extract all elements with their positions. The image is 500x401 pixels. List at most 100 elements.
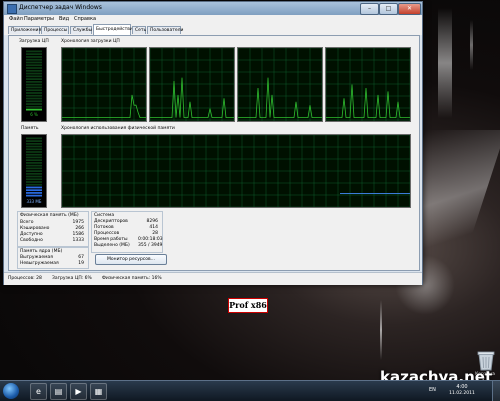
meter-segment [26,103,42,105]
meter-segment [26,151,42,153]
stat-value-handles: 8296 [146,219,158,224]
physical-memory-box: Физическая память (МБ) Всего 1975 Кэширо… [17,211,89,247]
meter-segment [26,145,42,148]
stat-label-free: Свободно [20,238,43,243]
edition-badge: Prof x86 [228,298,268,313]
meter-segment [26,72,42,75]
stat-label-total: Всего [20,220,34,225]
meter-segment [26,89,42,92]
task-manager-app-icon [7,4,17,14]
meter-segment [26,75,42,78]
tab-performance[interactable]: Быстродействие [93,24,136,35]
cpu-history-line [150,77,234,118]
title-bar[interactable]: Диспетчер задач Windows – □ ✕ [4,2,422,15]
stat-label-cached: Кэшировано [20,226,50,231]
physical-memory-heading: Физическая память (МБ) [20,213,79,218]
stat-label-commit: Выделено (МБ) [94,243,130,248]
meter-segment [26,162,42,164]
cpu-usage-title: Загрузка ЦП [19,39,49,44]
stat-value-commit: 355 / 3949 [138,243,163,248]
meter-segment [26,156,42,159]
stat-value-total: 1975 [72,220,84,225]
status-cpu: Загрузка ЦП: 6% [52,276,92,281]
cpu-history-line [62,94,146,118]
stat-value-processes: 28 [152,231,158,236]
memory-title: Память [21,126,39,131]
menu-file[interactable]: Файл [9,16,23,22]
maximize-button[interactable]: □ [379,3,398,15]
meter-segment [26,140,42,142]
meter-segment [26,170,42,172]
meter-segment [26,148,42,151]
meter-segment [26,81,42,83]
performance-panel: Загрузка ЦП 6 % Хронология загрузки ЦП П… [8,35,420,271]
wallpaper-light-beam [470,20,473,70]
meter-segment [26,92,42,94]
meter-segment [26,94,42,97]
minimize-button[interactable]: – [360,3,379,15]
cpu-core-graph-1 [61,47,147,122]
meter-segment [26,53,42,56]
clock-time[interactable]: 4:00 [447,384,477,390]
stat-value-paged: 67 [78,255,84,260]
status-bar: Процессов: 28 Загрузка ЦП: 6% Физическая… [4,272,422,285]
stat-label-threads: Потоков [94,225,114,230]
menu-view[interactable]: Вид [59,16,69,22]
task-manager-taskbar-icon[interactable]: ▦ [90,383,107,400]
meter-segment [26,142,42,145]
cpu-history-line [326,84,410,118]
memory-history-graph [61,134,411,208]
tab-bar: Приложения Процессы Службы Быстродействи… [4,24,422,35]
meter-segment [26,167,42,170]
stat-value-free: 1333 [72,238,84,243]
kernel-memory-box: Память ядра (МБ) Выгружаемая 67 Невыгруж… [17,247,89,269]
meter-segment-lit [26,108,42,111]
meter-segment-lit [26,192,42,194]
meter-segment [26,67,42,69]
resource-monitor-button[interactable]: Монитор ресурсов... [95,254,167,265]
meter-segment [26,58,42,61]
meter-segment [26,97,42,100]
meter-segment [26,83,42,86]
close-button[interactable]: ✕ [398,3,421,15]
language-indicator[interactable]: EN [429,387,436,393]
stat-label-processes: Процессов [94,231,120,236]
status-processes: Процессов: 28 [8,276,42,281]
stat-label-paged: Выгружаемая [20,255,53,260]
stat-label-handles: Дескрипторов [94,219,128,224]
menu-help[interactable]: Справка [74,16,96,22]
meter-segment [26,159,42,162]
cpu-history-title: Хронология загрузки ЦП [61,39,120,44]
window-title: Диспетчер задач Windows [19,4,102,11]
internet-explorer-icon[interactable]: e [30,383,47,400]
menu-options[interactable]: Параметры [24,16,54,22]
meter-segment [26,50,42,53]
meter-segment [26,64,42,67]
tab-applications[interactable]: Приложения [8,26,41,34]
meter-segment [26,100,42,103]
explorer-folder-icon[interactable]: ▤ [50,383,67,400]
tab-services[interactable]: Службы [70,26,92,34]
stat-value-threads: 414 [149,225,158,230]
tab-users[interactable]: Пользователи [147,26,183,34]
meter-segment-lit [26,189,42,192]
meter-segment [26,86,42,89]
meter-segment [26,172,42,175]
wallpaper-light-beam [438,8,452,118]
cpu-usage-meter: 6 % [21,47,47,122]
memory-history-title: Хронология использования физической памя… [61,126,175,131]
tab-processes[interactable]: Процессы [41,26,69,34]
kernel-memory-heading: Память ядра (МБ) [20,249,63,254]
tab-network[interactable]: Сеть [132,26,146,34]
show-desktop-button[interactable] [492,381,500,401]
task-manager-window: Диспетчер задач Windows – □ ✕ Файл Парам… [3,1,423,285]
memory-usage-value: 333 МБ [26,199,42,204]
system-box: Система Дескрипторов 8296 Потоков 414 Пр… [91,211,163,253]
system-heading: Система [94,213,115,218]
media-player-icon[interactable]: ▶ [70,383,87,400]
memory-usage-meter: 333 МБ [21,134,47,208]
start-button[interactable] [3,383,19,399]
meter-segment [26,181,42,183]
meter-segment [26,61,42,64]
meter-segment [26,78,42,80]
